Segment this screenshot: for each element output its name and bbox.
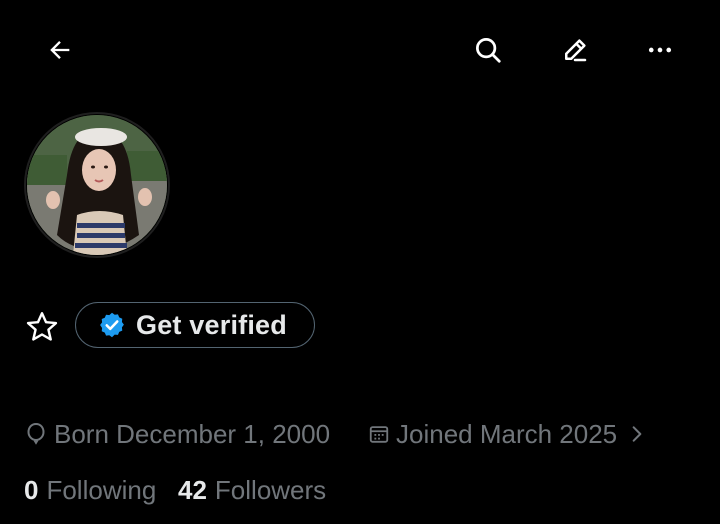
profile-photo bbox=[27, 115, 167, 255]
pencil-icon bbox=[565, 39, 587, 62]
get-verified-label: Get verified bbox=[136, 309, 287, 340]
chevron-right-icon bbox=[632, 426, 642, 442]
balloon-icon bbox=[27, 422, 45, 445]
arrow-left-icon bbox=[50, 41, 70, 59]
calendar-icon bbox=[369, 426, 389, 443]
back-button[interactable] bbox=[36, 26, 84, 74]
more-horizontal-icon bbox=[648, 47, 672, 53]
birthday-info: Born December 1, 2000 bbox=[24, 418, 330, 450]
followers-count: 42 bbox=[178, 474, 207, 505]
following-count: 0 bbox=[24, 474, 39, 505]
born-date: Born December 1, 2000 bbox=[54, 418, 331, 449]
following-stat[interactable]: 0 Following bbox=[24, 474, 156, 506]
edit-profile-button[interactable] bbox=[551, 26, 599, 74]
search-icon bbox=[476, 38, 501, 63]
search-button[interactable] bbox=[464, 26, 512, 74]
get-verified-button[interactable]: Get verified bbox=[75, 302, 315, 348]
followers-label: Followers bbox=[214, 474, 327, 505]
followers-stat[interactable]: 42 Followers bbox=[178, 474, 326, 506]
joined-date: Joined March 2025 bbox=[396, 418, 618, 449]
verified-badge-icon bbox=[100, 312, 124, 338]
avatar[interactable] bbox=[24, 112, 170, 258]
highlight-star-button[interactable] bbox=[18, 303, 66, 351]
more-options-button[interactable] bbox=[636, 26, 684, 74]
joined-info[interactable]: Joined March 2025 bbox=[368, 418, 647, 450]
star-outline-icon bbox=[26, 312, 58, 341]
following-label: Following bbox=[46, 474, 157, 505]
